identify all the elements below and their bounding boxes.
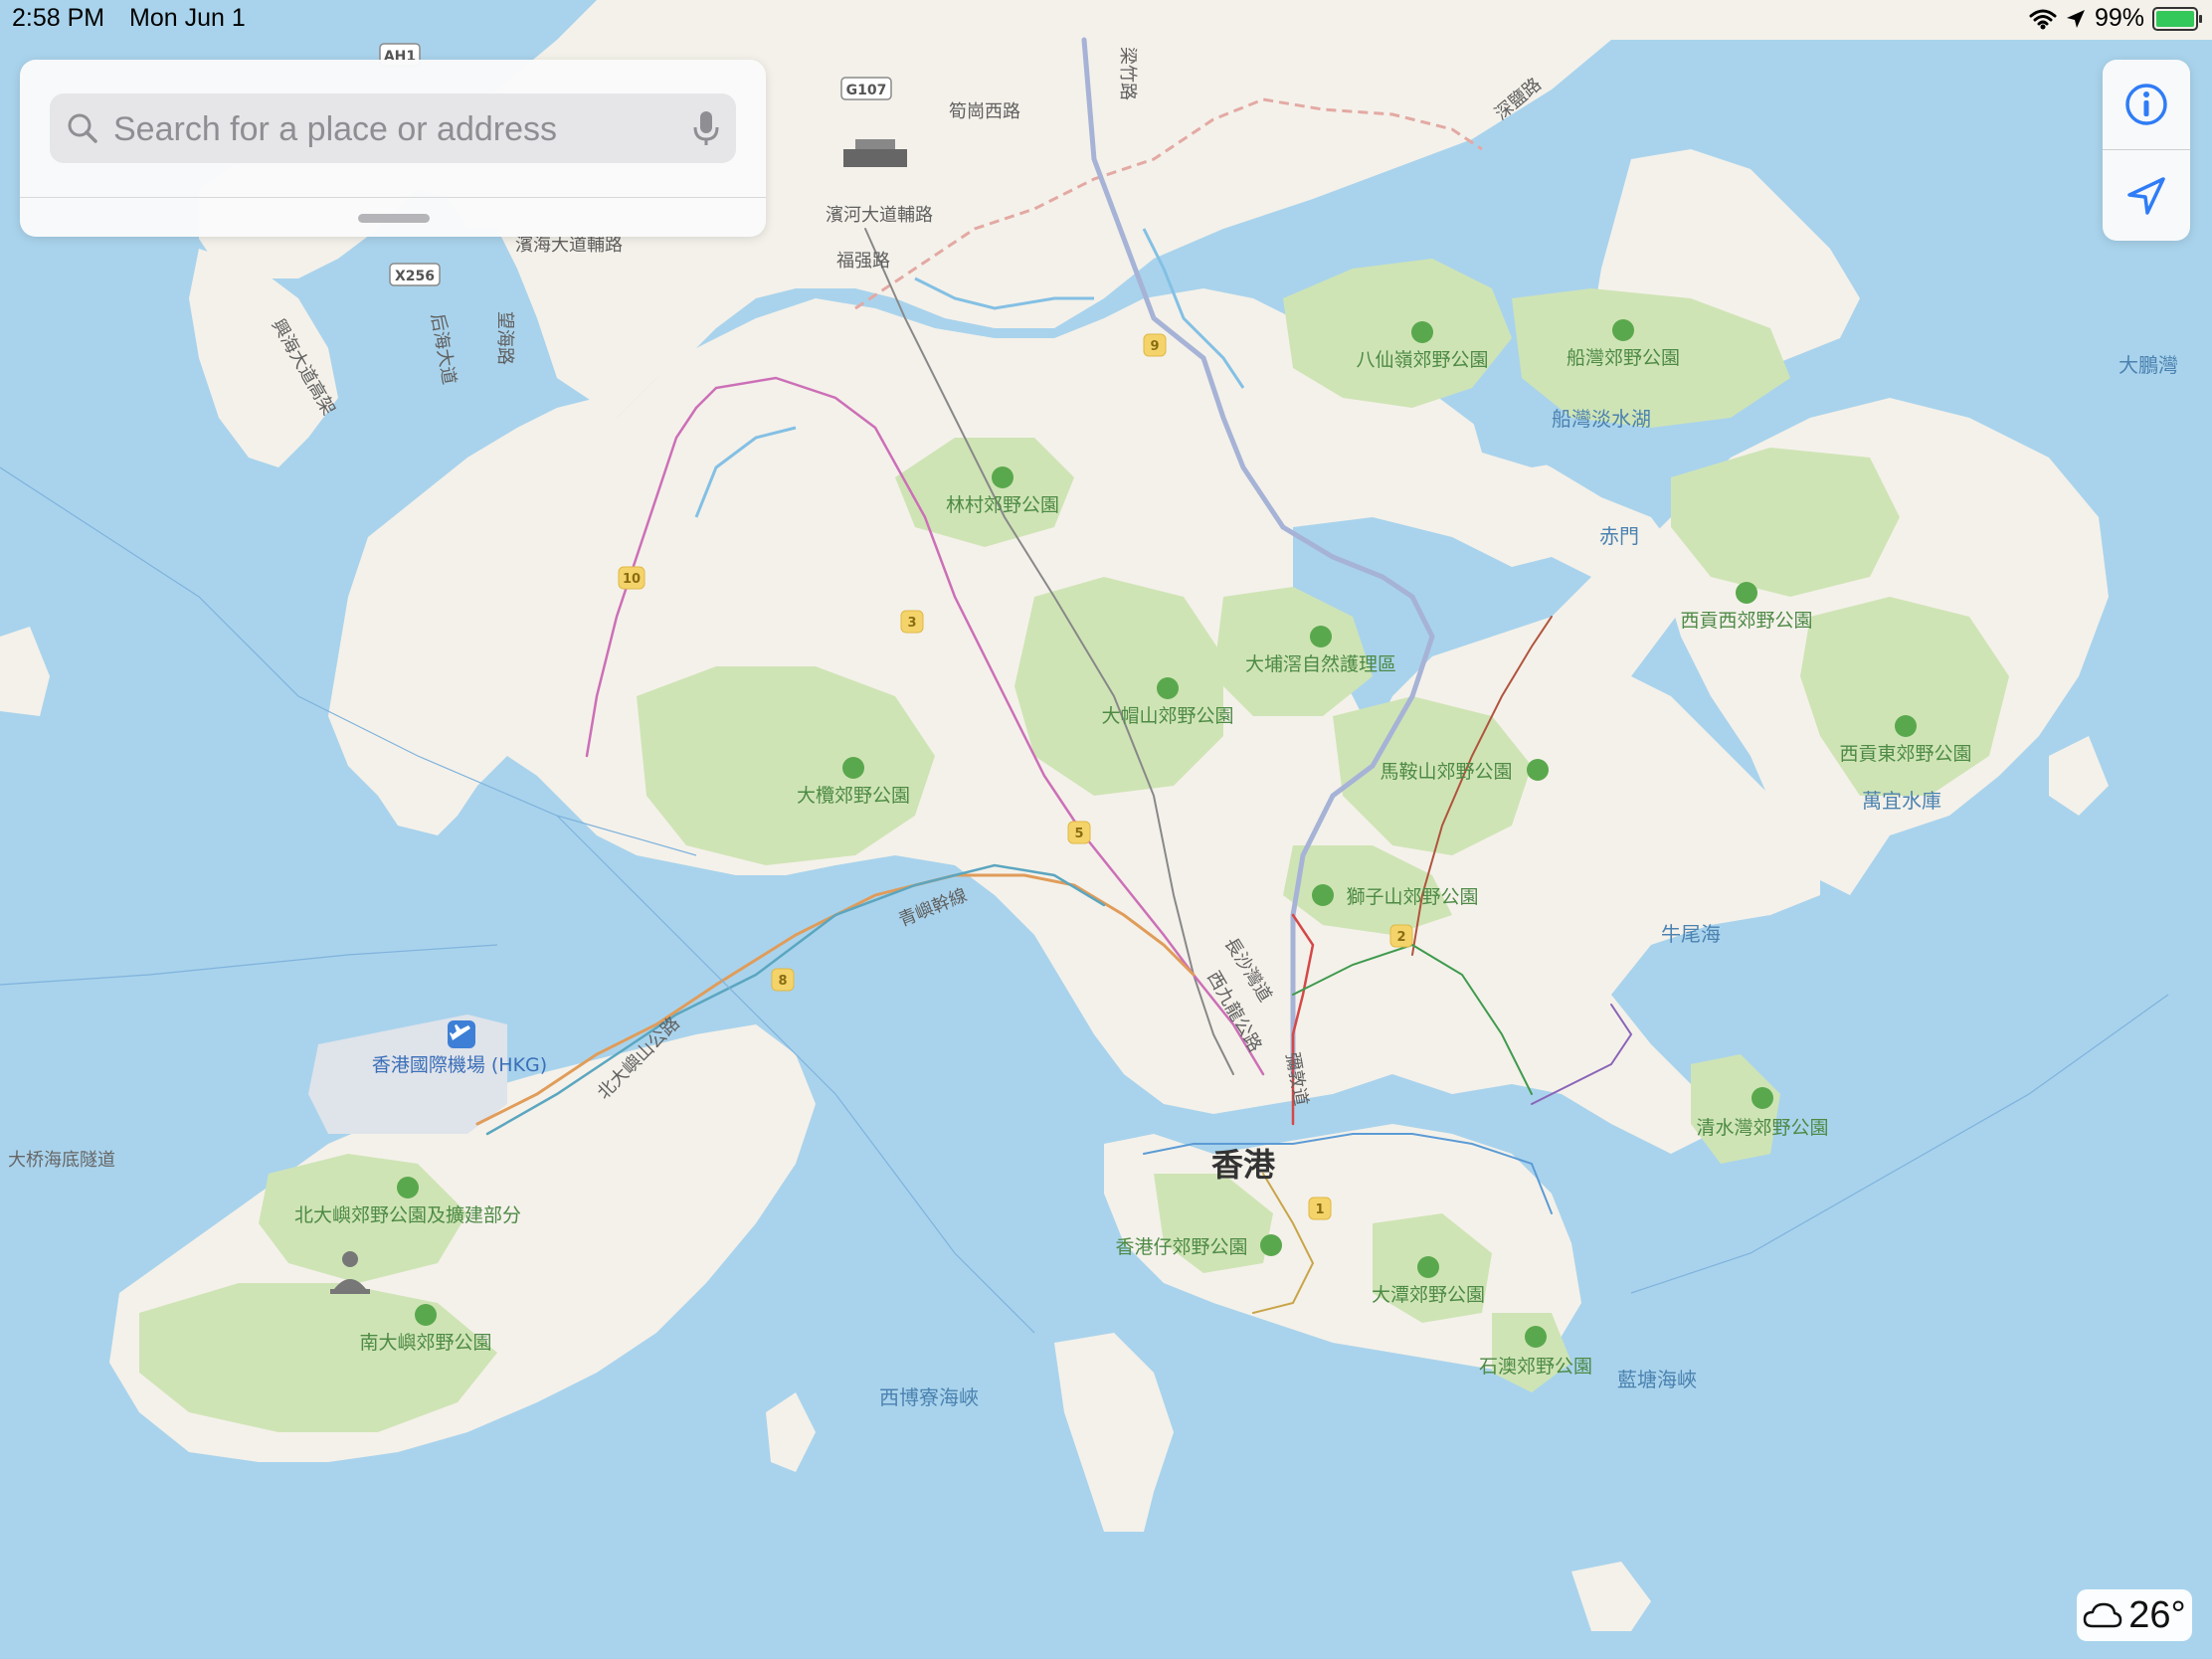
wifi-icon: [2029, 9, 2057, 29]
svg-text:3: 3: [907, 616, 916, 631]
svg-text:9: 9: [1150, 339, 1159, 354]
svg-text:2: 2: [1396, 930, 1405, 945]
controls-divider: [2103, 149, 2190, 150]
route-shield-8: 8: [771, 968, 795, 992]
svg-text:8: 8: [778, 974, 787, 989]
label-road: 梁竹路: [1117, 47, 1138, 100]
label-water: 藍塘海峽: [1617, 1368, 1697, 1391]
battery-fill: [2156, 10, 2194, 27]
map-canvas[interactable]: AH1 G107 X256 9 10 3 5 8 2 1 香港 香港國際機場 (…: [0, 0, 2212, 1659]
label-park: 大埔滘自然護理區: [1245, 653, 1396, 675]
label-water: 船灣淡水湖: [1552, 407, 1651, 431]
status-time: 2:58 PM: [12, 4, 105, 32]
info-button[interactable]: [2103, 60, 2190, 149]
svg-text:10: 10: [623, 572, 641, 587]
route-shield-10: 10: [618, 566, 645, 590]
battery-percent: 99%: [2094, 4, 2144, 32]
cloud-icon: [2084, 1602, 2122, 1628]
label-water: 大鵬灣: [2119, 353, 2178, 377]
status-date: Mon Jun 1: [129, 4, 246, 32]
highway-shield-x256: X256: [389, 263, 441, 286]
label-park: 北大嶼郊野公園及擴建部分: [294, 1204, 521, 1226]
label-tunnel: 大桥海底隧道: [8, 1150, 115, 1171]
weather-badge[interactable]: 26°: [2077, 1589, 2192, 1641]
label-road: 望海路: [494, 311, 515, 365]
label-city: 香港: [1211, 1146, 1276, 1184]
current-location-button[interactable]: [2103, 151, 2190, 241]
status-bar: 2:58 PM Mon Jun 1 99%: [0, 0, 2212, 40]
microphone-icon[interactable]: [692, 109, 720, 147]
label-airport[interactable]: 香港國際機場 (HKG): [372, 1054, 547, 1076]
location-arrow-icon: [2127, 177, 2165, 215]
label-park: 香港仔郊野公園: [1115, 1236, 1247, 1258]
svg-text:X256: X256: [395, 269, 435, 284]
route-shield-1: 1: [1308, 1197, 1332, 1220]
label-water: 西博寮海峽: [879, 1385, 979, 1409]
route-shield-3: 3: [900, 610, 924, 634]
label-road: 濱河大道輔路: [826, 205, 933, 226]
label-road: 濱海大道輔路: [515, 235, 623, 256]
card-grabber[interactable]: [358, 214, 430, 223]
label-park: 西貢西郊野公園: [1680, 610, 1812, 632]
map-controls: [2103, 60, 2190, 241]
airport-icon[interactable]: [448, 1020, 475, 1048]
battery-icon: [2152, 6, 2202, 31]
label-park: 船灣郊野公園: [1567, 347, 1680, 369]
label-water: 赤門: [1599, 524, 1639, 548]
label-park: 清水灣郊野公園: [1696, 1117, 1828, 1139]
svg-text:G107: G107: [846, 83, 887, 98]
label-park: 西貢東郊野公園: [1839, 743, 1971, 765]
label-water: 牛尾海: [1661, 922, 1721, 946]
svg-text:1: 1: [1315, 1202, 1324, 1217]
route-shield-9: 9: [1143, 333, 1167, 357]
route-shield-2: 2: [1389, 924, 1413, 948]
label-road: 福强路: [836, 251, 890, 272]
location-arrow-icon: [2066, 9, 2085, 28]
search-input[interactable]: [111, 93, 672, 165]
divider: [20, 197, 766, 198]
label-park: 南大嶼郊野公園: [359, 1332, 491, 1354]
label-park: 獅子山郊野公園: [1346, 886, 1478, 908]
label-park: 馬鞍山郊野公園: [1380, 761, 1512, 783]
label-park: 林村郊野公園: [946, 494, 1059, 516]
label-road: 筍崗西路: [949, 101, 1020, 122]
label-park: 大欖郊野公園: [797, 785, 910, 807]
svg-text:5: 5: [1074, 827, 1083, 841]
route-shield-5: 5: [1067, 821, 1091, 844]
label-park: 石澳郊野公園: [1479, 1356, 1592, 1378]
search-bar[interactable]: [50, 93, 736, 165]
weather-temperature: 26°: [2128, 1593, 2186, 1636]
label-park: 大潭郊野公園: [1372, 1284, 1485, 1306]
search-icon: [68, 113, 97, 143]
label-park: 八仙嶺郊野公園: [1356, 349, 1488, 371]
label-water: 萬宜水庫: [1862, 789, 1941, 813]
info-icon: [2125, 84, 2167, 125]
search-card: [20, 60, 766, 237]
highway-shield-g107: G107: [840, 77, 892, 100]
label-park: 大帽山郊野公園: [1101, 705, 1233, 727]
